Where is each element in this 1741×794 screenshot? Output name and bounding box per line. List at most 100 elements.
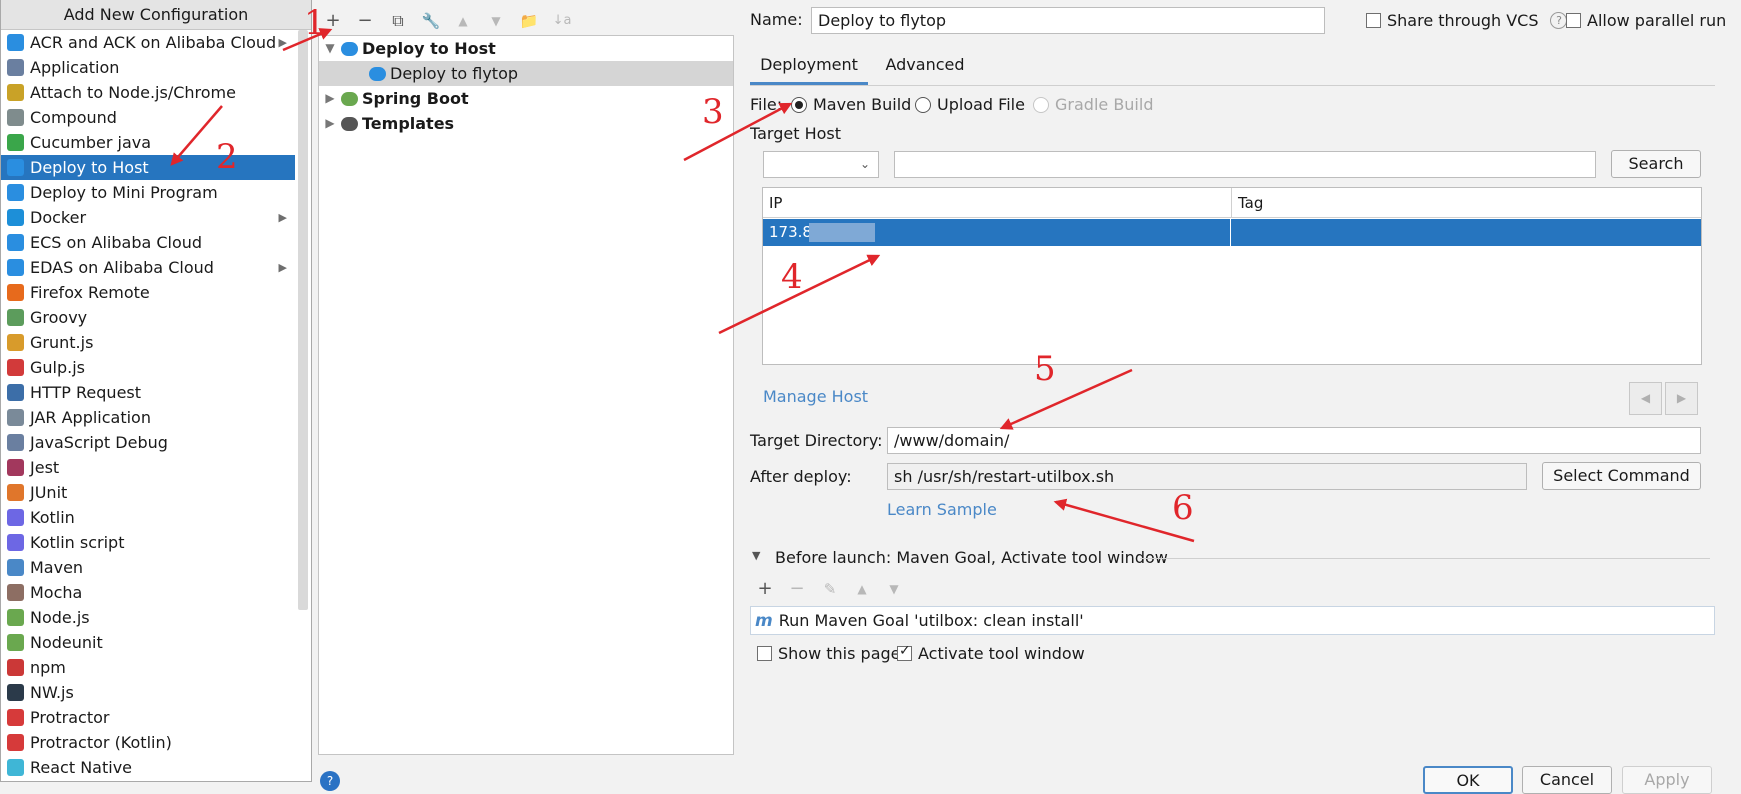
list-item[interactable]: HTTP Request — [1, 380, 295, 405]
protractor-icon — [7, 734, 24, 751]
api-icon — [7, 384, 24, 401]
cancel-button[interactable]: Cancel — [1522, 766, 1612, 794]
move-down-icon[interactable]: ▼ — [483, 8, 509, 34]
next-page-icon[interactable]: ▶ — [1665, 382, 1698, 415]
tab-deployment[interactable]: Deployment — [750, 50, 868, 86]
add-task-icon[interactable]: + — [752, 576, 778, 602]
target-host-label: Target Host — [750, 124, 842, 143]
list-item[interactable]: Deploy to Mini Program — [1, 180, 295, 205]
help-icon[interactable]: ? — [1550, 12, 1568, 29]
list-item[interactable]: Protractor — [1, 705, 295, 730]
list-item[interactable]: NW.js — [1, 680, 295, 705]
parallel-run-option[interactable]: Allow parallel run — [1566, 11, 1726, 30]
learn-sample-link[interactable]: Learn Sample — [887, 500, 997, 519]
expand-toggle-icon[interactable]: ▶ — [319, 111, 341, 136]
name-input[interactable]: Deploy to flytop — [811, 7, 1325, 34]
list-item[interactable]: Application — [1, 55, 295, 80]
upload-file-option[interactable]: Upload File — [915, 95, 1025, 114]
list-item-label: Compound — [30, 108, 117, 127]
list-item[interactable]: JavaScript Debug — [1, 430, 295, 455]
tree-node[interactable]: ▶ Spring Boot — [319, 86, 733, 111]
table-row[interactable]: 173.8 — [763, 219, 1701, 246]
list-item-label: EDAS on Alibaba Cloud — [30, 258, 214, 277]
list-item[interactable]: Grunt.js — [1, 330, 295, 355]
list-item[interactable]: Attach to Node.js/Chrome — [1, 80, 295, 105]
folder-icon[interactable]: 📁 — [516, 8, 542, 34]
ip-column-header[interactable]: IP — [763, 188, 1232, 218]
configuration-tree: ▼ Deploy to Host Deploy to flytop ▶ Spring B… — [318, 35, 734, 755]
maven-icon — [7, 559, 24, 576]
select-command-button[interactable]: Select Command — [1542, 462, 1701, 490]
popup-scrollbar[interactable] — [298, 30, 308, 610]
remove-task-icon[interactable]: − — [784, 576, 810, 602]
target-directory-input[interactable]: /www/domain/ — [887, 427, 1701, 454]
list-item[interactable]: Compound — [1, 105, 295, 130]
list-item[interactable]: Maven — [1, 555, 295, 580]
move-task-up-icon[interactable]: ▲ — [849, 576, 875, 602]
list-item[interactable]: Mocha — [1, 580, 295, 605]
upload-file-radio[interactable] — [915, 96, 931, 113]
show-page-checkbox[interactable] — [757, 646, 772, 661]
tree-node[interactable]: ▶ Templates — [319, 111, 733, 136]
npm-icon — [7, 659, 24, 676]
list-item[interactable]: Protractor (Kotlin) — [1, 730, 295, 755]
tab-advanced[interactable]: Advanced — [875, 50, 975, 86]
list-item[interactable]: Kotlin script — [1, 530, 295, 555]
list-item[interactable]: Docker ▶ — [1, 205, 295, 230]
expand-toggle-icon[interactable]: ▶ — [319, 86, 341, 111]
list-item-label: ECS on Alibaba Cloud — [30, 233, 203, 252]
move-up-icon[interactable]: ▲ — [450, 8, 476, 34]
share-vcs-option[interactable]: Share through VCS ? — [1366, 11, 1568, 30]
activate-window-checkbox[interactable] — [897, 643, 912, 661]
apply-button[interactable]: Apply — [1622, 766, 1712, 794]
configuration-type-list: ACR and ACK on Alibaba Cloud ▶ Application… — [1, 30, 311, 780]
manage-host-link[interactable]: Manage Host — [763, 387, 868, 406]
list-item[interactable]: JUnit — [1, 480, 295, 505]
show-page-option[interactable]: Show this page — [757, 644, 901, 663]
list-item[interactable]: ACR and ACK on Alibaba Cloud ▶ — [1, 30, 295, 55]
list-item[interactable]: Groovy — [1, 305, 295, 330]
remove-icon[interactable]: − — [352, 8, 378, 34]
list-item[interactable]: Nodeunit — [1, 630, 295, 655]
sort-icon[interactable]: ↓a — [549, 8, 575, 34]
search-button[interactable]: Search — [1611, 150, 1701, 178]
maven-build-radio[interactable] — [791, 96, 807, 113]
tree-node-label: Spring Boot — [362, 89, 469, 108]
ok-button[interactable]: OK — [1423, 766, 1513, 794]
list-item[interactable]: npm — [1, 655, 295, 680]
list-item-label: Node.js — [30, 608, 90, 627]
list-item[interactable]: EDAS on Alibaba Cloud ▶ — [1, 255, 295, 280]
parallel-run-checkbox[interactable] — [1566, 13, 1581, 28]
share-vcs-checkbox[interactable] — [1366, 13, 1381, 28]
list-item[interactable]: m Run Maven Goal 'utilbox: clean install… — [751, 607, 1714, 634]
edit-task-icon[interactable]: ✎ — [817, 576, 843, 602]
after-deploy-input[interactable]: sh /usr/sh/restart-utilbox.sh — [887, 463, 1527, 490]
list-item[interactable]: Cucumber java — [1, 130, 295, 155]
maven-build-option[interactable]: Maven Build — [791, 95, 911, 114]
before-launch-header[interactable]: Before launch: Maven Goal, Activate tool… — [775, 548, 1168, 567]
help-icon[interactable]: ? — [320, 771, 340, 791]
tree-node[interactable]: Deploy to flytop — [319, 61, 733, 86]
copy-icon[interactable]: ⧉ — [385, 8, 411, 34]
list-item[interactable]: Kotlin — [1, 505, 295, 530]
tree-node[interactable]: ▼ Deploy to Host — [319, 36, 733, 61]
move-task-down-icon[interactable]: ▼ — [881, 576, 907, 602]
prev-page-icon[interactable]: ◀ — [1629, 382, 1662, 415]
wrench-icon[interactable]: 🔧 — [418, 8, 444, 34]
list-item-label: React Native — [30, 758, 133, 777]
submenu-arrow-icon: ▶ — [278, 261, 287, 274]
junit-icon — [7, 484, 24, 501]
list-item[interactable]: Deploy to Host — [1, 155, 295, 180]
activate-window-option[interactable]: Activate tool window — [897, 643, 1085, 663]
list-item[interactable]: Node.js — [1, 605, 295, 630]
collapse-chevron-icon[interactable]: ▼ — [752, 549, 760, 562]
list-item[interactable]: React Native — [1, 755, 295, 780]
list-item[interactable]: Jest — [1, 455, 295, 480]
tag-column-header[interactable]: Tag — [1232, 188, 1701, 218]
host-search-input[interactable] — [894, 151, 1596, 178]
list-item[interactable]: Gulp.js — [1, 355, 295, 380]
list-item[interactable]: Firefox Remote — [1, 280, 295, 305]
list-item[interactable]: JAR Application — [1, 405, 295, 430]
list-item[interactable]: ECS on Alibaba Cloud — [1, 230, 295, 255]
host-group-select[interactable]: ⌄ — [763, 151, 879, 178]
